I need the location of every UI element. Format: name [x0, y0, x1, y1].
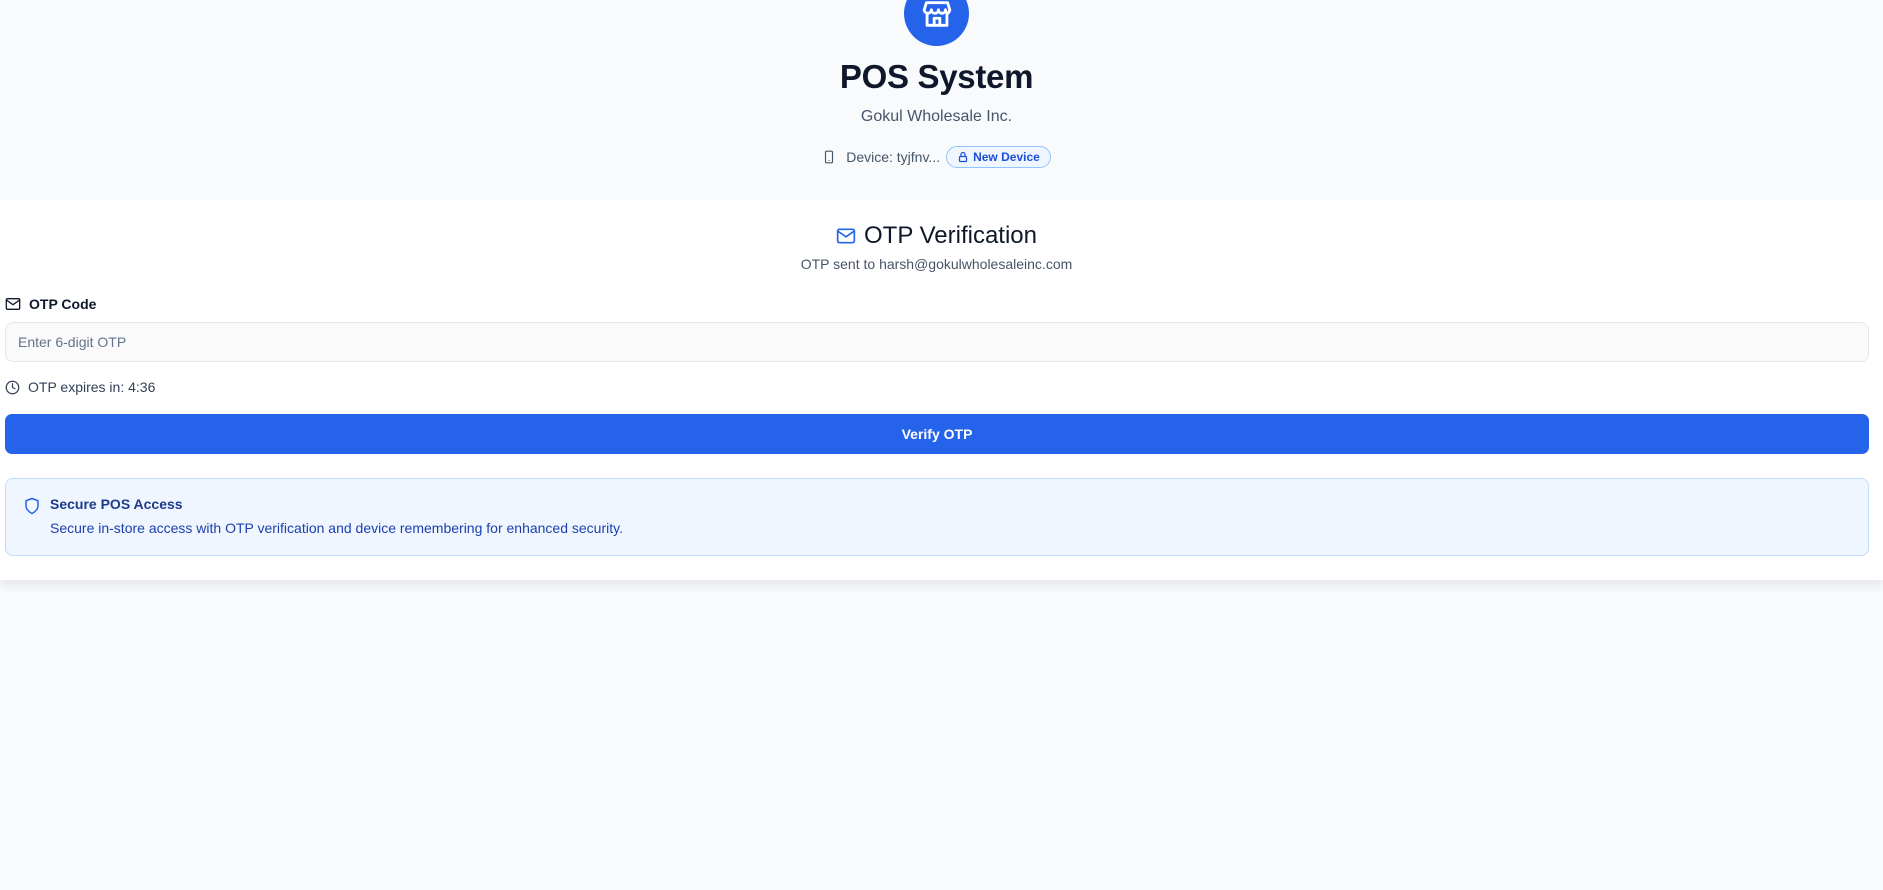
mail-icon [5, 298, 21, 310]
otp-label-text: OTP Code [29, 296, 97, 312]
store-logo [904, 0, 969, 46]
verify-otp-button[interactable]: Verify OTP [5, 414, 1869, 454]
otp-card-title: OTP Verification [0, 222, 1873, 250]
security-text: Secure in-store access with OTP verifica… [50, 520, 623, 536]
shield-icon [23, 496, 41, 521]
company-name: Gokul Wholesale Inc. [860, 108, 1013, 125]
mail-icon [836, 228, 856, 244]
otp-code-label: OTP Code [5, 296, 96, 312]
device-label: Device: tyjfnv... [846, 149, 941, 165]
lock-icon [958, 151, 968, 163]
otp-sent-text: OTP sent to harsh@gokulwholesaleinc.com [800, 256, 1073, 272]
expiry-text: OTP expires in: 4:36 [28, 379, 156, 395]
otp-expiry: OTP expires in: 4:36 [5, 379, 155, 395]
clock-icon [5, 380, 20, 394]
login-page: POS System Gokul Wholesale Inc. Device: … [0, 0, 1883, 890]
otp-input[interactable] [5, 322, 1869, 362]
security-info-box: Secure POS Access Secure in-store access… [5, 478, 1869, 556]
otp-card: OTP Verification OTP sent to harsh@gokul… [0, 200, 1883, 580]
new-device-badge: New Device [946, 146, 1051, 168]
device-info: Device: tyjfnv... New Device [0, 146, 1873, 168]
app-title: POS System [839, 58, 1034, 95]
badge-label: New Device [973, 150, 1040, 164]
otp-title-text: OTP Verification [864, 222, 1037, 249]
store-icon [922, 0, 951, 27]
security-title: Secure POS Access [50, 496, 183, 512]
smartphone-icon [822, 149, 836, 165]
